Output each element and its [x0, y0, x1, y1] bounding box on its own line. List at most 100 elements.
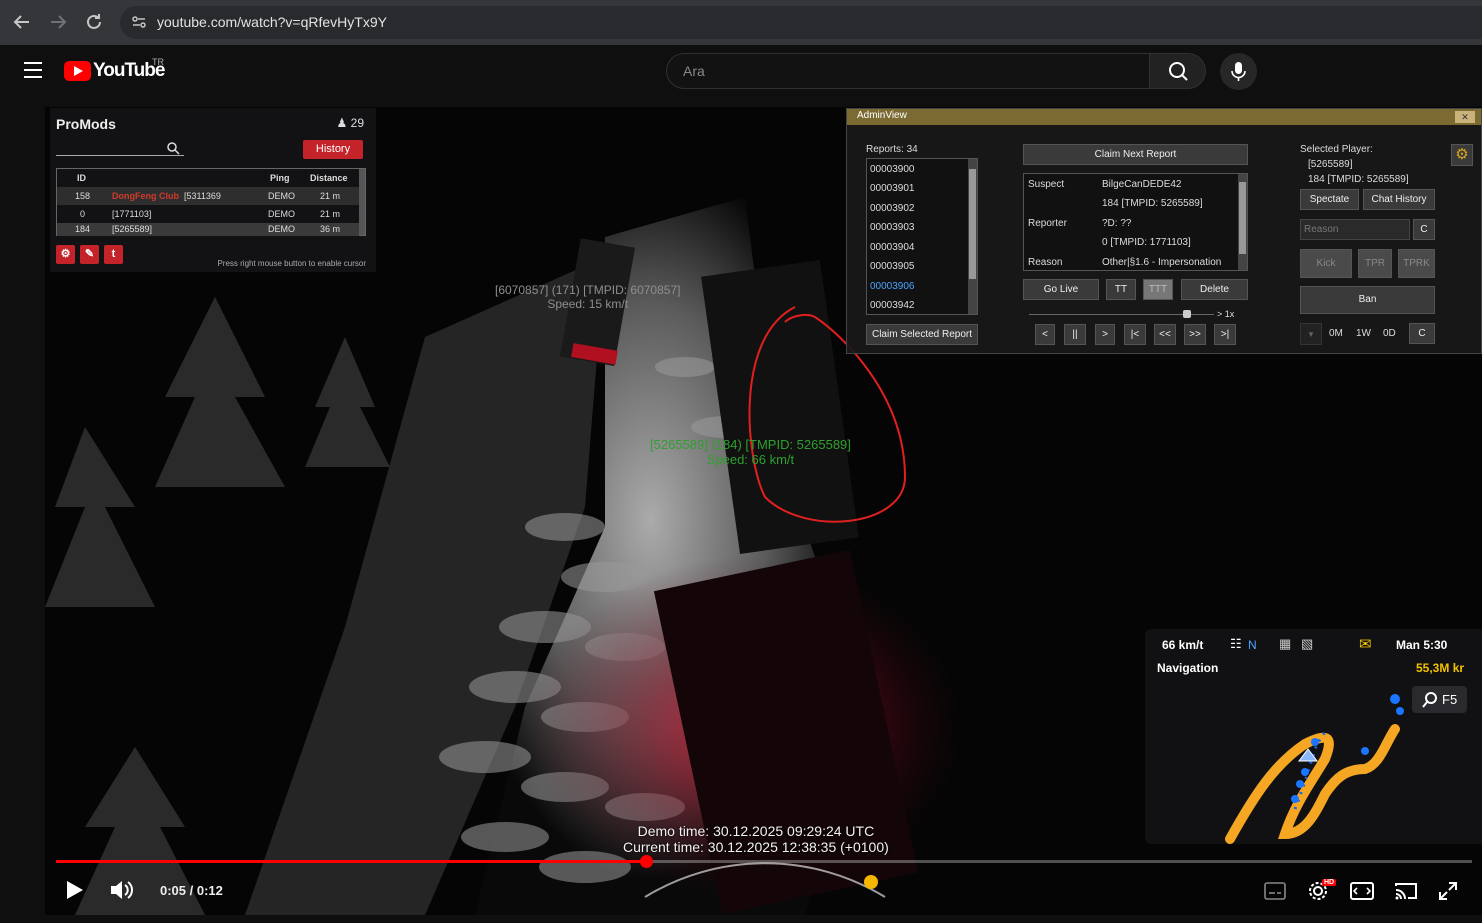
- row-distance: 21 m: [320, 209, 341, 219]
- selected-player-label: Selected Player:: [1300, 144, 1373, 155]
- settings-gear-icon[interactable]: ⚙: [56, 245, 75, 264]
- magnifier-icon: [1422, 692, 1437, 708]
- claim-next-report-button[interactable]: Claim Next Report: [1023, 144, 1248, 165]
- other-player-speed-text: Speed: 15 km/t: [547, 297, 629, 311]
- row-name: [5311369: [184, 191, 221, 201]
- duration: 0:12: [196, 883, 223, 898]
- reason-label: Reason: [1028, 257, 1063, 268]
- tprk-button[interactable]: TPRK: [1398, 249, 1435, 278]
- row-id: 158: [75, 191, 91, 201]
- claim-selected-report-button[interactable]: Claim Selected Report: [866, 324, 978, 345]
- report-item[interactable]: 00003901: [870, 183, 915, 194]
- tt-button[interactable]: TT: [1106, 279, 1136, 300]
- report-item[interactable]: 00003905: [870, 261, 915, 272]
- report-item[interactable]: 00003904: [870, 242, 915, 253]
- time-overlay: Demo time: 30.12.2025 09:29:24 UTC Curre…: [623, 823, 889, 855]
- back-arrow-icon[interactable]: [10, 10, 34, 34]
- progress-scrubber[interactable]: [640, 855, 653, 868]
- pause-button[interactable]: ||: [1064, 324, 1086, 345]
- step-back-button[interactable]: <: [1035, 324, 1055, 345]
- address-bar[interactable]: youtube.com/watch?v=qRfevHyTx9Y: [120, 6, 1482, 39]
- report-item-selected[interactable]: 00003906: [870, 281, 915, 292]
- search-input[interactable]: Ara: [666, 53, 1150, 89]
- ttt-button[interactable]: TTT: [1143, 279, 1173, 300]
- close-icon[interactable]: ✕: [1455, 111, 1475, 123]
- youtube-logo[interactable]: YouTube: [64, 60, 165, 81]
- row-ping: DEMO: [268, 209, 295, 219]
- playback-slider[interactable]: [1029, 310, 1214, 318]
- report-item[interactable]: 00003902: [870, 203, 915, 214]
- search-button[interactable]: [1149, 53, 1206, 89]
- table-row[interactable]: 184 [5265589] DEMO 36 m: [57, 223, 359, 236]
- settings-gear-icon[interactable]: ⚙: [1451, 144, 1473, 166]
- subtitles-icon[interactable]: [1264, 882, 1286, 900]
- navigation-map[interactable]: [1215, 684, 1415, 844]
- history-button[interactable]: History: [303, 140, 363, 159]
- player-id-text: [5265589] (184) [TMPID: 5265589]: [650, 437, 851, 452]
- fullscreen-icon[interactable]: [1438, 881, 1458, 901]
- reload-icon[interactable]: [82, 10, 106, 34]
- hd-badge: HD: [1322, 879, 1337, 886]
- player-count: ♟ 29: [337, 116, 364, 130]
- duration-weeks[interactable]: 1W: [1356, 328, 1371, 339]
- skip-to-end-button[interactable]: >|: [1214, 324, 1236, 345]
- speed-readout: 66 km/t: [1162, 638, 1204, 652]
- report-list-scrollbar[interactable]: [968, 159, 977, 314]
- theater-mode-icon[interactable]: [1350, 881, 1374, 901]
- duration-dropdown-icon[interactable]: ▾: [1300, 323, 1322, 345]
- url-text[interactable]: youtube.com/watch?v=qRfevHyTx9Y: [157, 14, 387, 30]
- table-row[interactable]: 158 DongFeng Club [5311369 DEMO 21 m: [57, 187, 359, 205]
- cursor-hint: Press right mouse button to enable curso…: [217, 259, 366, 268]
- ban-button[interactable]: Ban: [1300, 286, 1435, 314]
- text-t-icon[interactable]: t: [104, 245, 123, 264]
- delete-button[interactable]: Delete: [1181, 279, 1248, 300]
- promods-panel: ProMods ♟ 29 History ID Ping Distance 15…: [50, 108, 376, 272]
- step-forward-button[interactable]: >: [1095, 324, 1115, 345]
- person-icon: ♟: [336, 116, 348, 130]
- table-scrollbar[interactable]: [359, 169, 365, 235]
- youtube-header: YouTube TR Ara: [0, 45, 1482, 107]
- report-item[interactable]: 00003942: [870, 300, 915, 311]
- site-info-icon[interactable]: [130, 13, 148, 31]
- go-live-button[interactable]: Go Live: [1023, 279, 1099, 300]
- report-item[interactable]: 00003900: [870, 164, 915, 175]
- translate-icon[interactable]: ✎: [80, 245, 99, 264]
- report-item[interactable]: 00003903: [870, 222, 915, 233]
- row-id: 184: [75, 224, 91, 234]
- clear-duration-button[interactable]: C: [1409, 323, 1435, 344]
- hamburger-menu-icon[interactable]: [24, 62, 42, 78]
- cast-icon[interactable]: [1394, 881, 1418, 901]
- promods-search-input[interactable]: [56, 155, 184, 156]
- reason-placeholder: Reason: [1304, 224, 1339, 235]
- skip-to-start-button[interactable]: |<: [1124, 324, 1146, 345]
- play-icon[interactable]: [66, 880, 84, 900]
- tpr-button[interactable]: TPR: [1358, 249, 1392, 278]
- selected-player-tmpid: 184 [TMPID: 5265589]: [1308, 174, 1409, 185]
- chat-history-button[interactable]: Chat History: [1363, 189, 1435, 210]
- search-map-button[interactable]: F5: [1412, 686, 1467, 713]
- duration-months[interactable]: 0M: [1329, 328, 1343, 339]
- kick-button[interactable]: Kick: [1300, 249, 1352, 278]
- reason-input[interactable]: Reason: [1300, 219, 1410, 240]
- detail-scrollbar[interactable]: [1238, 174, 1247, 270]
- spectate-button[interactable]: Spectate: [1300, 189, 1359, 210]
- progress-bar[interactable]: [56, 855, 1472, 868]
- volume-icon[interactable]: [109, 879, 135, 901]
- fast-forward-button[interactable]: >>: [1184, 324, 1206, 345]
- table-row[interactable]: 0 [1771103] DEMO 21 m: [57, 205, 359, 223]
- navigation-widget: 66 km/t ☷ N ▦ ▧ ✉ Man 5:30 Navigation 55…: [1145, 629, 1482, 844]
- slider-handle[interactable]: [1183, 310, 1191, 318]
- settings-button[interactable]: HD: [1306, 879, 1337, 903]
- reports-count: Reports: 34: [866, 144, 918, 155]
- forward-arrow-icon[interactable]: [46, 10, 70, 34]
- clear-reason-button[interactable]: C: [1413, 219, 1435, 240]
- row-ping: DEMO: [268, 224, 295, 234]
- demo-time-text: Demo time: 30.12.2025 09:29:24 UTC: [637, 823, 875, 839]
- rewind-button[interactable]: <<: [1154, 324, 1176, 345]
- duration-days[interactable]: 0D: [1383, 328, 1396, 339]
- search-icon[interactable]: [167, 142, 180, 155]
- search-icon: [1169, 62, 1188, 81]
- suspect-id: 184 [TMPID: 5265589]: [1102, 198, 1203, 209]
- reporter-id: 0 [TMPID: 1771103]: [1102, 237, 1191, 248]
- voice-search-button[interactable]: [1220, 53, 1257, 90]
